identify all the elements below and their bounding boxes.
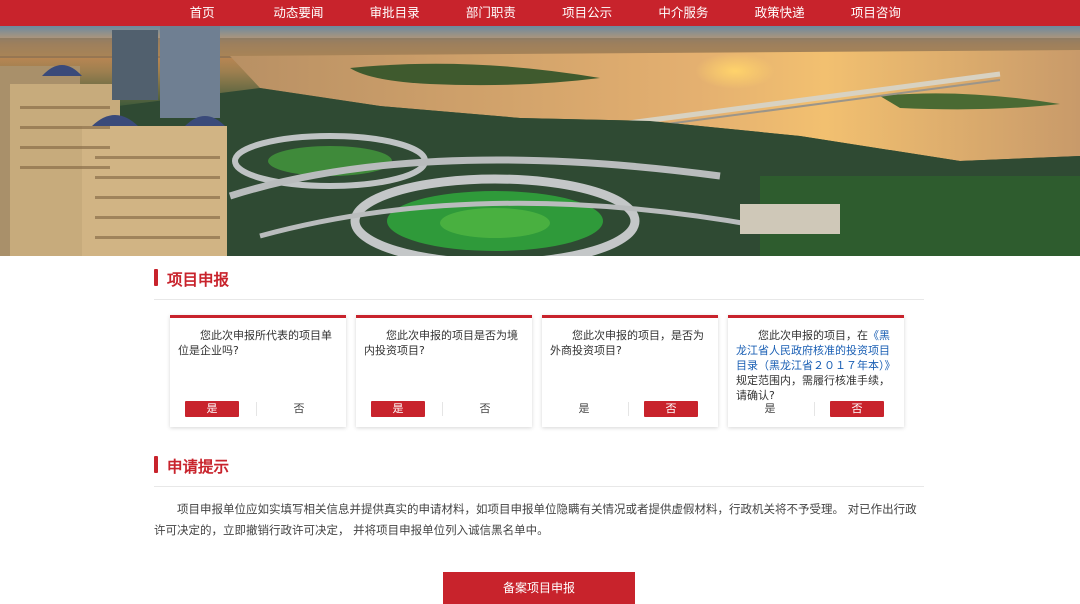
- question-card-enterprise: 您此次申报所代表的项目单位是企业吗? 是 否: [170, 315, 346, 427]
- answer-yes-button[interactable]: 是: [557, 401, 611, 417]
- nav-item-policy-express[interactable]: 政策快递: [732, 0, 828, 26]
- answer-divider: [256, 402, 257, 416]
- banner-scene: [0, 26, 1080, 256]
- section-marker: [154, 456, 158, 473]
- nav-item-project-consulting[interactable]: 项目咨询: [828, 0, 924, 26]
- answer-yes-button[interactable]: 是: [743, 401, 797, 417]
- banner-image: [0, 26, 1080, 256]
- answer-divider: [814, 402, 815, 416]
- nav-item-intermediary-services[interactable]: 中介服务: [635, 0, 731, 26]
- answer-no-button[interactable]: 否: [830, 401, 884, 417]
- question-card-foreign: 您此次申报的项目，是否为外商投资项目? 是 否: [542, 315, 718, 427]
- top-navigation: 首页 动态要闻 审批目录 部门职责 项目公示 中介服务 政策快递 项目咨询: [0, 0, 1080, 26]
- question-cards: 您此次申报所代表的项目单位是企业吗? 是 否 您此次申报的项目是否为境内投资项目…: [170, 315, 906, 427]
- answer-no-button[interactable]: 否: [644, 401, 698, 417]
- filing-submit-button[interactable]: 备案项目申报: [443, 572, 635, 604]
- answer-divider: [442, 402, 443, 416]
- section-header-project-declare: 项目申报: [154, 256, 924, 300]
- section-title-project-declare: 项目申报: [167, 271, 230, 289]
- section-marker: [154, 269, 158, 286]
- answer-yes-button[interactable]: 是: [185, 401, 239, 417]
- question-text: 您此次申报所代表的项目单位是企业吗?: [178, 329, 332, 357]
- question-card-catalog: 您此次申报的项目，在《黑龙江省人民政府核准的投资项目目录（黑龙江省２０１７年本）…: [728, 315, 904, 427]
- nav-item-approval-catalog[interactable]: 审批目录: [347, 0, 443, 26]
- nav-item-department-duties[interactable]: 部门职责: [443, 0, 539, 26]
- question-text-prefix: 您此次申报的项目，在: [758, 329, 868, 342]
- question-text: 您此次申报的项目，是否为外商投资项目?: [550, 329, 704, 357]
- question-card-domestic: 您此次申报的项目是否为境内投资项目? 是 否: [356, 315, 532, 427]
- answer-divider: [628, 402, 629, 416]
- question-text: 您此次申报的项目，在《黑龙江省人民政府核准的投资项目目录（黑龙江省２０１７年本）…: [736, 328, 896, 403]
- question-text-suffix: 规定范围内，需履行核准手续，请确认?: [736, 374, 890, 402]
- answer-no-button[interactable]: 否: [458, 401, 512, 417]
- answer-yes-button[interactable]: 是: [371, 401, 425, 417]
- nav-item-news[interactable]: 动态要闻: [250, 0, 346, 26]
- section-title-application-tips: 申请提示: [167, 458, 230, 476]
- application-notice: 项目申报单位应如实填写相关信息并提供真实的申请材料，如项目申报单位隐瞒有关情况或…: [154, 502, 917, 537]
- section-header-application-tips: 申请提示: [154, 443, 924, 487]
- nav-item-home[interactable]: 首页: [154, 0, 250, 26]
- nav-list: 首页 动态要闻 审批目录 部门职责 项目公示 中介服务 政策快递 项目咨询: [154, 0, 924, 26]
- answer-no-button[interactable]: 否: [272, 401, 326, 417]
- question-text: 您此次申报的项目是否为境内投资项目?: [364, 329, 518, 357]
- nav-item-project-publicity[interactable]: 项目公示: [539, 0, 635, 26]
